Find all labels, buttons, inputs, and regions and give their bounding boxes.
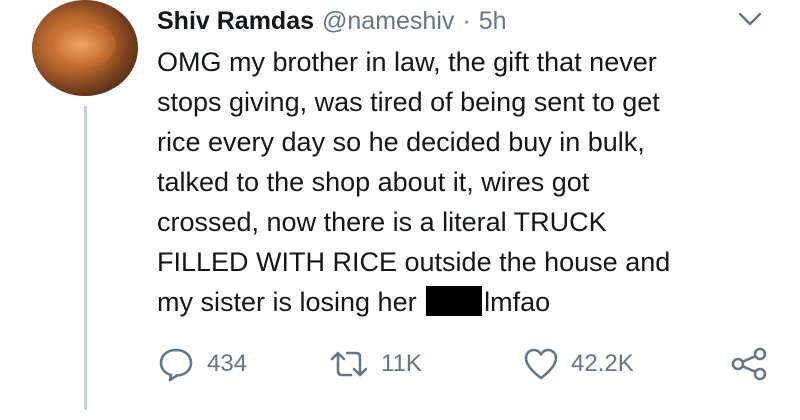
tweet-text-line: talked to the shop about it, wires got xyxy=(157,167,590,197)
redaction-bar xyxy=(426,286,483,316)
retweet-button[interactable]: 11K xyxy=(329,344,422,384)
tweet-header: Shiv Ramdas @nameshiv · 5h xyxy=(157,6,507,36)
retweet-icon xyxy=(329,347,369,381)
tweet-text-line: stops giving, was tired of being sent to… xyxy=(157,87,660,117)
tweet-text-line: OMG my brother in law, the gift that nev… xyxy=(157,47,657,77)
tweet-text: OMG my brother in law, the gift that nev… xyxy=(157,42,777,322)
reply-icon xyxy=(157,346,195,382)
chevron-down-icon[interactable] xyxy=(737,10,763,28)
tweet-actions: 434 11K 42.2K xyxy=(157,344,777,384)
like-count: 42.2K xyxy=(571,350,634,377)
share-button[interactable] xyxy=(729,344,769,384)
reply-count: 434 xyxy=(207,350,248,377)
avatar[interactable] xyxy=(32,0,138,96)
tweet-timestamp[interactable]: 5h xyxy=(479,6,507,36)
retweet-count: 11K xyxy=(381,350,422,377)
tweet-text-after-redaction: lmfao xyxy=(484,287,551,317)
tweet-text-last-line: my sister is losing her lmfao xyxy=(157,282,777,322)
thread-line xyxy=(84,106,87,410)
author-handle[interactable]: @nameshiv xyxy=(322,6,454,36)
tweet-text-line: FILLED WITH RICE outside the house and xyxy=(157,247,671,277)
tweet-text-line: rice every day so he decided buy in bulk… xyxy=(157,127,645,157)
like-button[interactable]: 42.2K xyxy=(523,344,634,384)
heart-icon xyxy=(523,347,559,381)
share-icon xyxy=(729,346,769,382)
author-name[interactable]: Shiv Ramdas xyxy=(157,6,314,36)
tweet-text-before-redaction: my sister is losing her xyxy=(157,287,417,317)
separator-dot: · xyxy=(462,7,471,35)
tweet-text-line: crossed, now there is a literal TRUCK xyxy=(157,207,607,237)
reply-button[interactable]: 434 xyxy=(157,344,247,384)
